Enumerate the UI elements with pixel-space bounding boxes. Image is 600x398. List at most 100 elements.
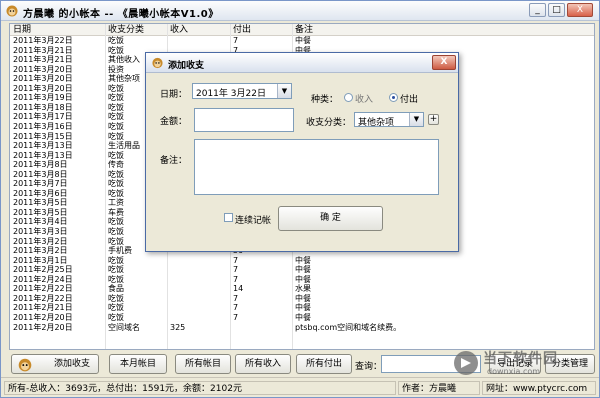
row-date: 2011年3月3日 — [13, 227, 68, 236]
table-row[interactable]: 2011年2月25日 吃饭 7 中餐 — [10, 265, 594, 275]
row-date: 2011年3月13日 — [13, 141, 73, 151]
row-date: 2011年3月20日 — [13, 64, 73, 74]
row-date: 2011年3月4日 — [13, 217, 68, 227]
add-record-button[interactable]: 添加收支 — [11, 354, 99, 374]
row-expense: 7 — [233, 265, 239, 275]
table-row[interactable]: 2011年2月20日 吃饭 7 中餐 — [10, 313, 594, 323]
totals-status: 所有-总收入：3693元，总付出：1591元，余额：2102元 — [4, 381, 396, 395]
category-dropdown-icon[interactable]: ▼ — [409, 113, 423, 126]
row-date: 2011年3月22日 — [13, 36, 73, 45]
row-date: 2011年3月8日 — [13, 160, 68, 170]
website-status: 网址：www.ptycrc.com — [482, 381, 596, 395]
row-category: 吃饭 — [108, 36, 124, 45]
row-note: 中餐 — [295, 312, 311, 322]
header-date[interactable]: 日期 — [10, 24, 105, 36]
row-date: 2011年3月8日 — [13, 169, 68, 179]
row-date: 2011年2月24日 — [13, 274, 73, 284]
category-label: 收支分类： — [306, 118, 352, 128]
row-date: 2011年3月1日 — [13, 255, 68, 265]
date-label: 日期： — [160, 90, 188, 100]
watermark-cn: 当下软件园 — [483, 351, 558, 367]
query-label: 查询： — [355, 362, 383, 372]
row-note: 中餐 — [295, 274, 311, 284]
row-date: 2011年2月22日 — [13, 293, 73, 303]
all-expense-button[interactable]: 所有付出 — [296, 354, 352, 374]
row-category: 吃饭 — [108, 293, 124, 303]
title-bar: 方晨曦 的小帐本 -- 《晨曦小帐本V1.0》 _ □ X — [1, 1, 599, 21]
type-label: 种类： — [311, 95, 339, 105]
expense-radio[interactable] — [389, 93, 398, 102]
row-date: 2011年3月13日 — [13, 150, 73, 160]
row-note: 中餐 — [295, 36, 311, 45]
row-category: 食品 — [108, 284, 124, 294]
header-income[interactable]: 收入 — [167, 24, 230, 36]
row-category: 吃饭 — [108, 265, 124, 275]
row-category: 吃饭 — [108, 255, 124, 265]
row-date: 2011年3月21日 — [13, 55, 73, 65]
watermark-en: downxia.com — [487, 367, 541, 376]
table-row[interactable]: 2011年2月24日 吃饭 7 中餐 — [10, 275, 594, 285]
row-date: 2011年2月21日 — [13, 303, 73, 313]
row-date: 2011年3月20日 — [13, 83, 73, 93]
row-expense: 7 — [233, 293, 239, 303]
confirm-button[interactable]: 确 定 — [278, 206, 383, 231]
table-row[interactable]: 2011年2月22日 吃饭 7 中餐 — [10, 294, 594, 304]
amount-input[interactable] — [194, 108, 294, 132]
row-date: 2011年3月6日 — [13, 188, 68, 198]
amount-label: 金额： — [160, 117, 188, 127]
income-radio[interactable] — [344, 93, 353, 102]
add-record-label: 添加收支 — [53, 359, 90, 369]
row-date: 2011年3月5日 — [13, 207, 68, 217]
date-value: 2011年 3月22日 — [196, 89, 266, 99]
row-date: 2011年2月22日 — [13, 284, 73, 294]
row-date: 2011年3月15日 — [13, 131, 73, 141]
header-expense[interactable]: 付出 — [230, 24, 292, 36]
close-button[interactable]: X — [567, 3, 593, 17]
note-label: 备注： — [160, 156, 188, 166]
row-income: 325 — [170, 322, 186, 332]
category-value: 其他杂项 — [358, 118, 395, 128]
row-date: 2011年3月21日 — [13, 45, 73, 55]
row-date: 2011年3月2日 — [13, 246, 68, 256]
row-date: 2011年2月20日 — [13, 322, 73, 332]
table-row[interactable]: 2011年3月22日 吃饭 7 中餐 — [10, 36, 594, 46]
date-picker[interactable]: 2011年 3月22日 ▼ — [192, 83, 292, 99]
continuous-checkbox[interactable] — [224, 213, 233, 222]
table-row[interactable]: 2011年2月20日 空间域名 325 ptsbq.com空间和域名续费。 — [10, 323, 594, 333]
row-note: ptsbq.com空间和域名续费。 — [295, 322, 402, 332]
monkey-icon — [18, 358, 32, 372]
add-category-button[interactable]: + — [428, 114, 439, 125]
header-category[interactable]: 收支分类 — [105, 24, 167, 36]
table-row[interactable]: 2011年2月21日 吃饭 7 中餐 — [10, 303, 594, 313]
table-row[interactable]: 2011年2月22日 食品 14 水果 — [10, 284, 594, 294]
row-date: 2011年3月2日 — [13, 236, 68, 246]
row-date: 2011年2月25日 — [13, 265, 73, 275]
row-category: 吃饭 — [108, 274, 124, 284]
row-expense: 7 — [233, 312, 239, 322]
dialog-close-button[interactable]: X — [432, 55, 456, 70]
row-date: 2011年3月18日 — [13, 102, 73, 112]
dialog-title-bar: 添加收支 X — [146, 53, 458, 73]
note-textarea[interactable] — [194, 139, 439, 195]
add-record-dialog: 添加收支 X 日期： 2011年 3月22日 ▼ 种类： 收入 付出 金额： 收… — [145, 52, 459, 252]
app-monkey-icon — [6, 5, 18, 17]
row-note: 中餐 — [295, 303, 311, 313]
author-status: 作者：方晨曦 — [398, 381, 480, 395]
row-expense: 7 — [233, 274, 239, 284]
date-dropdown-icon[interactable]: ▼ — [277, 84, 291, 98]
maximize-button[interactable]: □ — [548, 3, 565, 17]
row-category: 空间域名 — [108, 322, 140, 332]
all-income-button[interactable]: 所有收入 — [235, 354, 291, 374]
category-select[interactable]: 其他杂项 ▼ — [354, 112, 424, 128]
row-expense: 7 — [233, 255, 239, 265]
row-note: 中餐 — [295, 255, 311, 265]
window-title: 方晨曦 的小帐本 -- 《晨曦小帐本V1.0》 — [23, 9, 219, 20]
minimize-button[interactable]: _ — [529, 3, 546, 17]
table-row[interactable]: 2011年3月1日 吃饭 7 中餐 — [10, 256, 594, 266]
row-date: 2011年3月17日 — [13, 112, 73, 122]
row-note: 中餐 — [295, 265, 311, 275]
row-category: 吃饭 — [108, 312, 124, 322]
header-note[interactable]: 备注 — [292, 24, 592, 36]
this-month-button[interactable]: 本月帐目 — [109, 354, 167, 374]
all-accounts-button[interactable]: 所有帐目 — [175, 354, 231, 374]
